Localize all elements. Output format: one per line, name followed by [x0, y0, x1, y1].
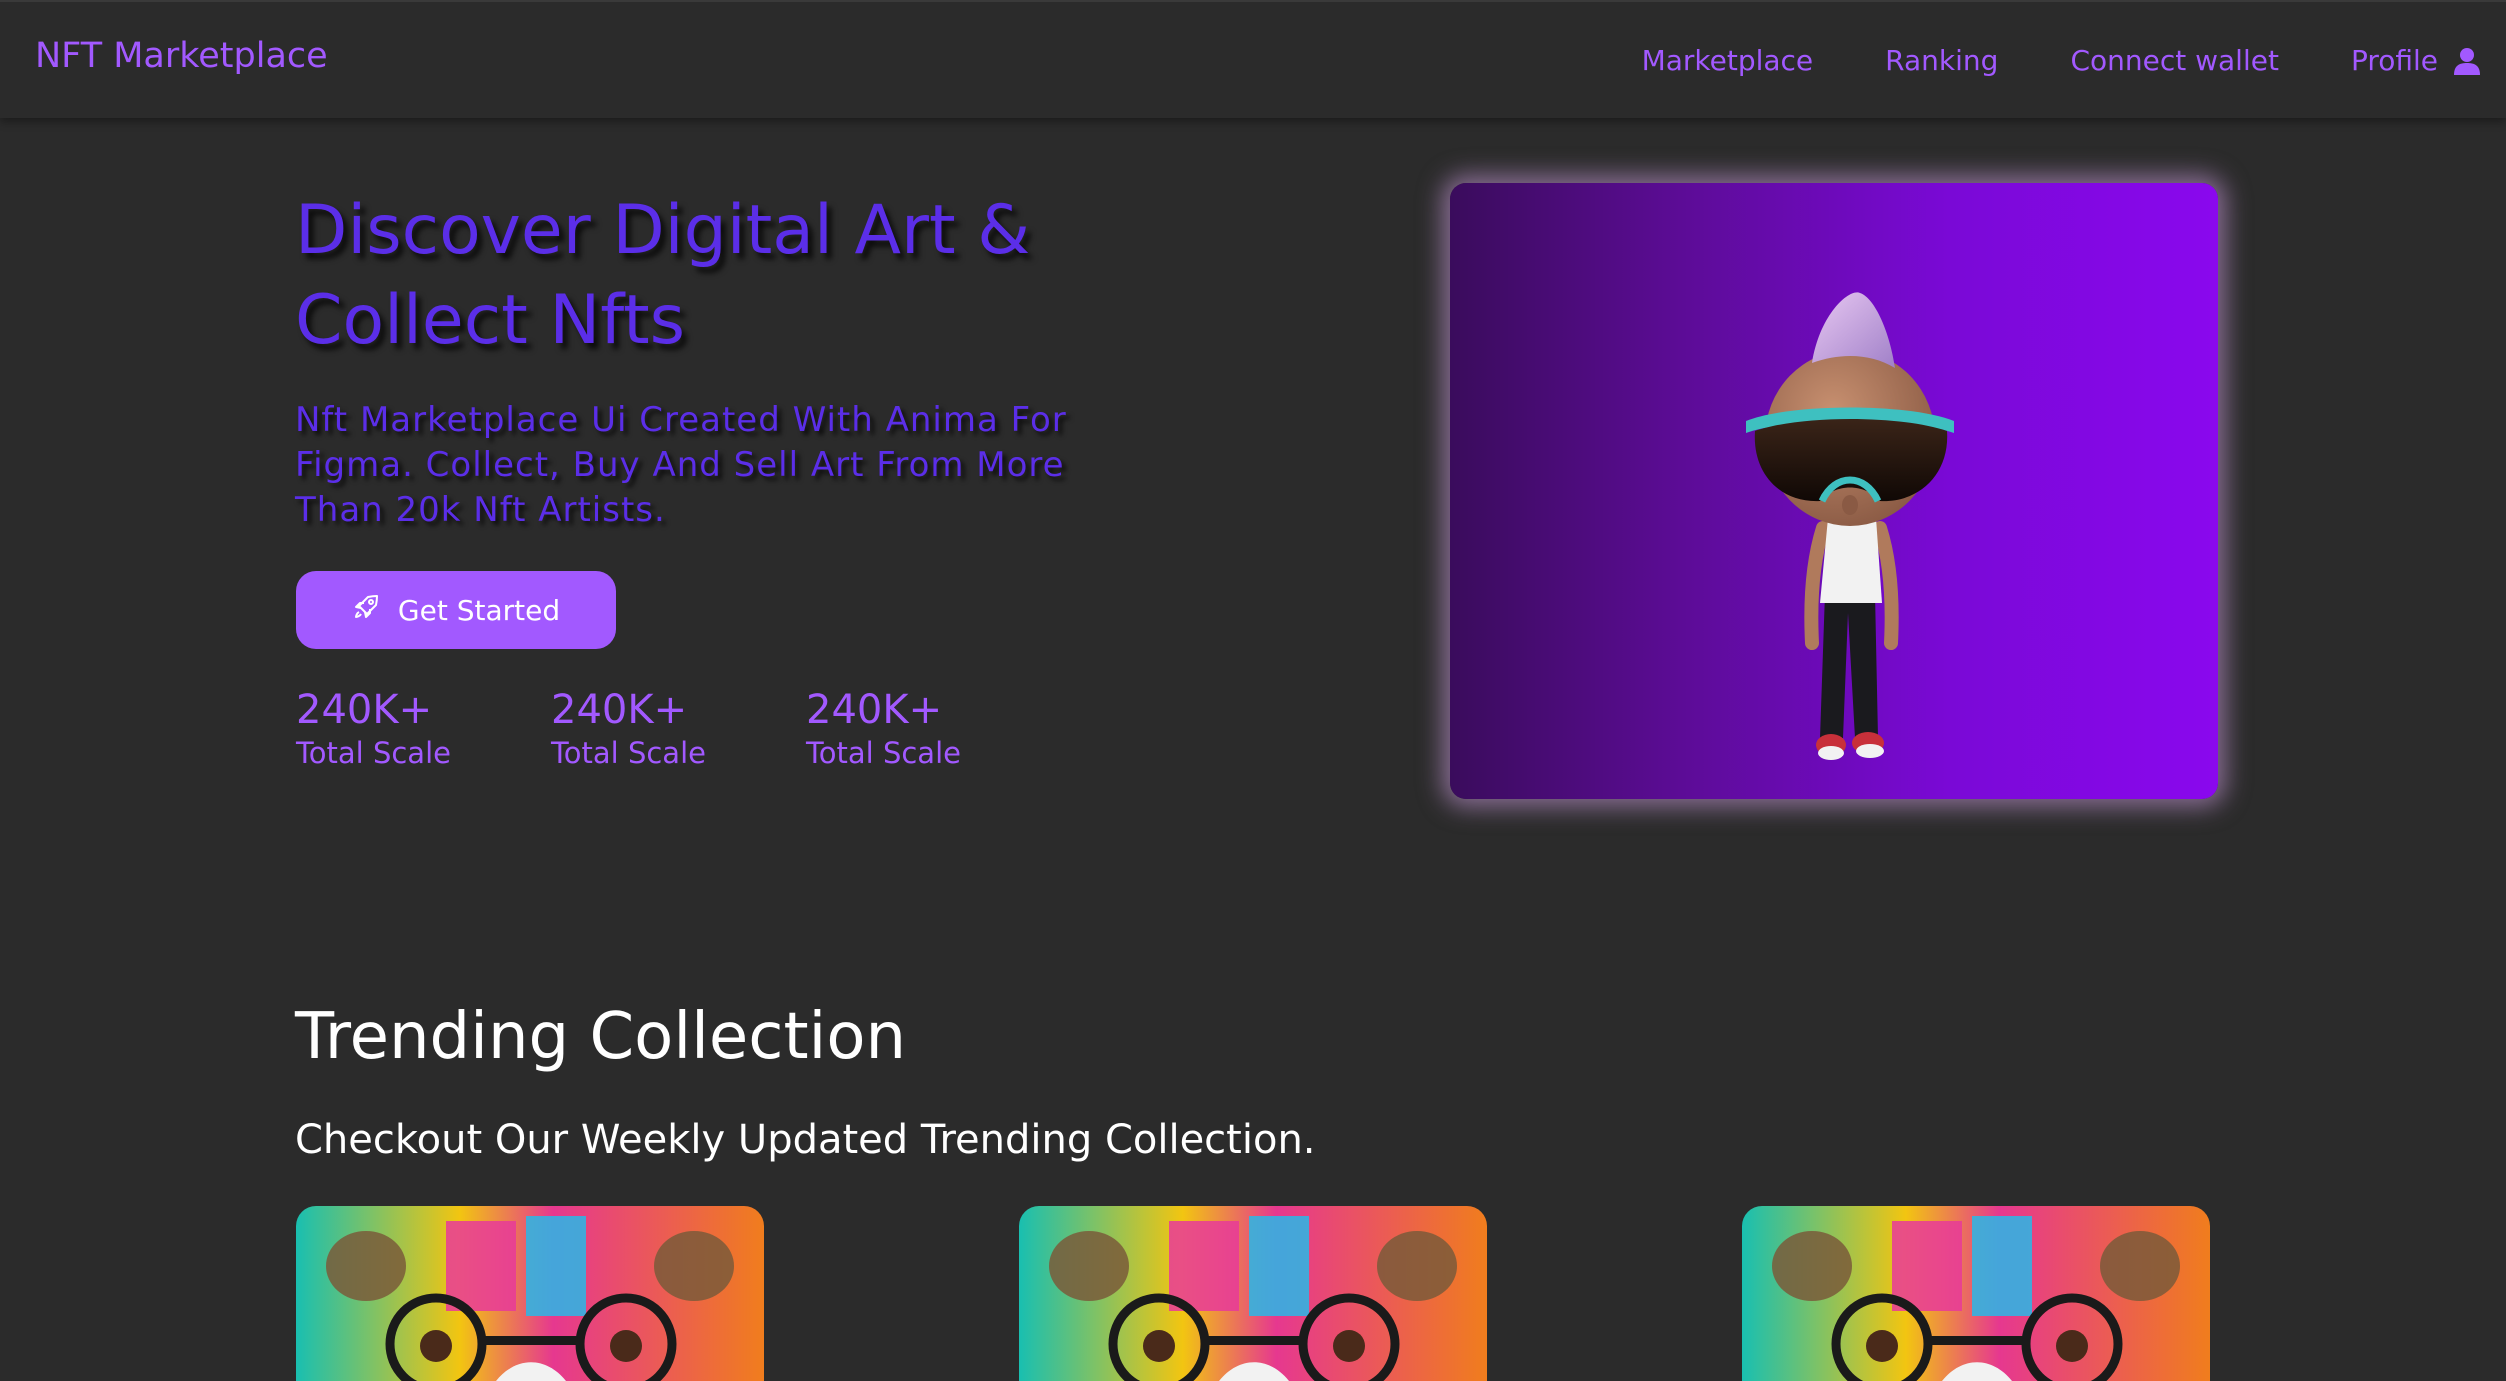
stat-item: 240K+ Total Scale: [806, 686, 1061, 772]
hero-nft-image: [1450, 183, 2218, 799]
get-started-label: Get Started: [397, 593, 561, 627]
get-started-button[interactable]: Get Started: [296, 571, 616, 649]
nav-link-profile[interactable]: Profile: [2351, 44, 2480, 77]
nav-link-ranking[interactable]: Ranking: [1885, 44, 1998, 77]
avatar-character-illustration: [1746, 292, 1954, 760]
stat-value: 240K+: [806, 687, 943, 733]
hero-title: Discover Digital Art & Collect Nfts: [295, 191, 1031, 360]
stat-label: Total Scale: [551, 736, 706, 770]
trending-card-image: [326, 1216, 734, 1381]
nav-links: Marketplace Ranking Connect wallet Profi…: [1642, 44, 2480, 77]
trending-title: Trending Collection: [295, 1000, 907, 1074]
stat-value: 240K+: [551, 687, 688, 733]
stat-value: 240K+: [296, 687, 433, 733]
trending-card[interactable]: [1742, 1206, 2210, 1381]
navbar: NFT Marketplace Marketplace Ranking Conn…: [0, 0, 2506, 118]
trending-card-image: [1049, 1216, 1457, 1381]
stat-label: Total Scale: [296, 736, 451, 770]
rocket-icon: [352, 593, 380, 628]
stat-item: 240K+ Total Scale: [551, 686, 806, 772]
stat-label: Total Scale: [806, 736, 961, 770]
user-icon: [2454, 47, 2480, 75]
trending-card-image: [1772, 1216, 2180, 1381]
trending-card[interactable]: [1019, 1206, 1487, 1381]
trending-card[interactable]: [296, 1206, 764, 1381]
profile-label: Profile: [2350, 44, 2438, 77]
hero-subtitle: Nft Marketplace Ui Created With Anima Fo…: [295, 400, 1067, 530]
nav-link-marketplace[interactable]: Marketplace: [1642, 44, 1814, 77]
nav-link-connect-wallet[interactable]: Connect wallet: [2070, 44, 2279, 77]
trending-subtitle: Checkout Our Weekly Updated Trending Col…: [295, 1117, 1316, 1163]
brand-logo[interactable]: NFT Marketplace: [35, 36, 328, 76]
stat-item: 240K+ Total Scale: [296, 686, 551, 772]
hero-stats: 240K+ Total Scale 240K+ Total Scale 240K…: [296, 686, 1061, 772]
